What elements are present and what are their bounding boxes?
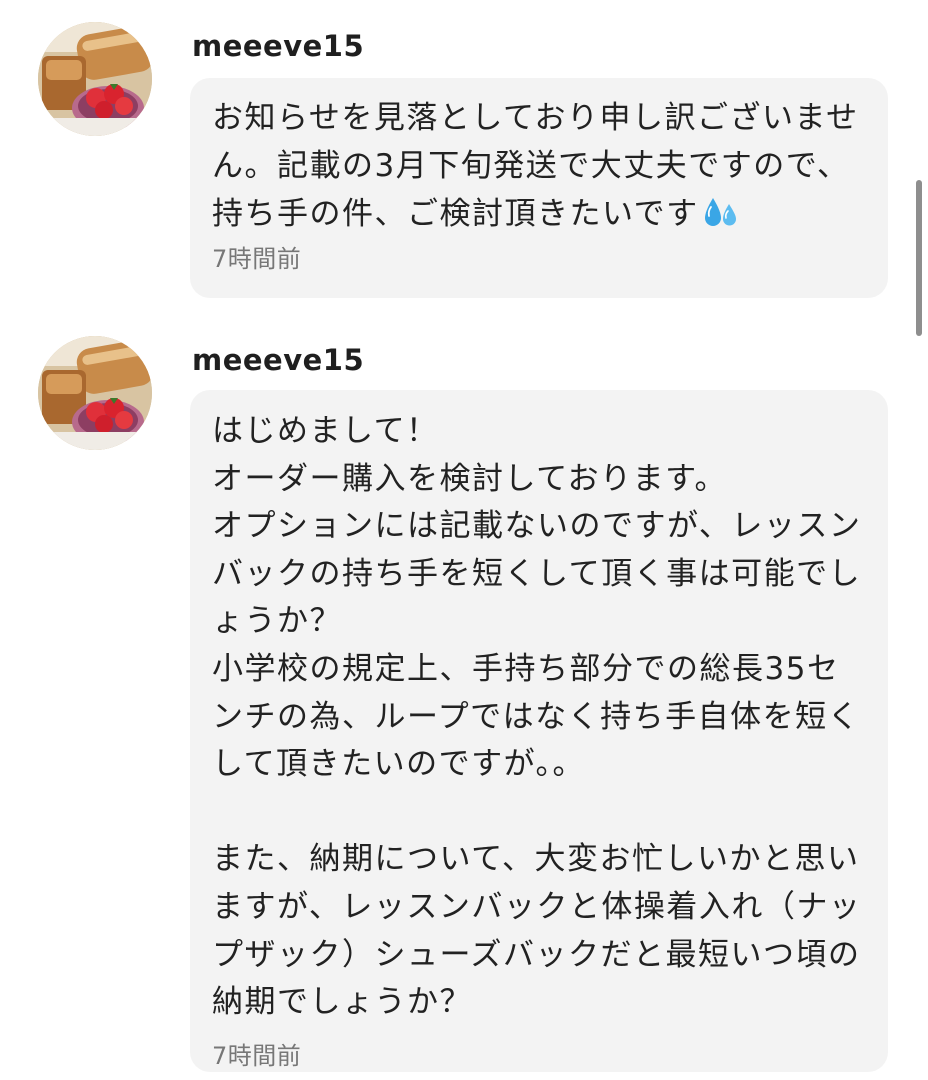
message-bubble: お知らせを見落としており申し訳ございません。記載の3月下旬発送で大丈夫ですので、… — [190, 78, 888, 298]
user-avatar[interactable] — [38, 22, 152, 136]
message-text-body: お知らせを見落としており申し訳ございません。記載の3月下旬発送で大丈夫ですので、… — [212, 100, 859, 232]
message-timestamp: 7時間前 — [212, 1041, 302, 1070]
bread-and-strawberry-photo-avatar — [38, 22, 152, 136]
username[interactable]: meeeve15 — [192, 28, 364, 64]
message-bubble: はじめまして！ オーダー購入を検討しております。 オプションには記載ないのですが… — [190, 390, 888, 1072]
scrollbar-thumb[interactable] — [916, 180, 922, 336]
message-text: お知らせを見落としており申し訳ございません。記載の3月下旬発送で大丈夫ですので、… — [212, 94, 868, 238]
message-timestamp: 7時間前 — [212, 245, 302, 273]
message-text: はじめまして！ オーダー購入を検討しております。 オプションには記載ないのですが… — [212, 413, 862, 1021]
bread-and-strawberry-photo-avatar — [38, 336, 152, 450]
sweat-droplets-icon — [703, 194, 739, 230]
username[interactable]: meeeve15 — [192, 342, 364, 378]
message-thread: meeeve15 お知らせを見落としており申し訳ございません。記載の3月下旬発送… — [0, 0, 928, 1080]
user-avatar[interactable] — [38, 336, 152, 450]
